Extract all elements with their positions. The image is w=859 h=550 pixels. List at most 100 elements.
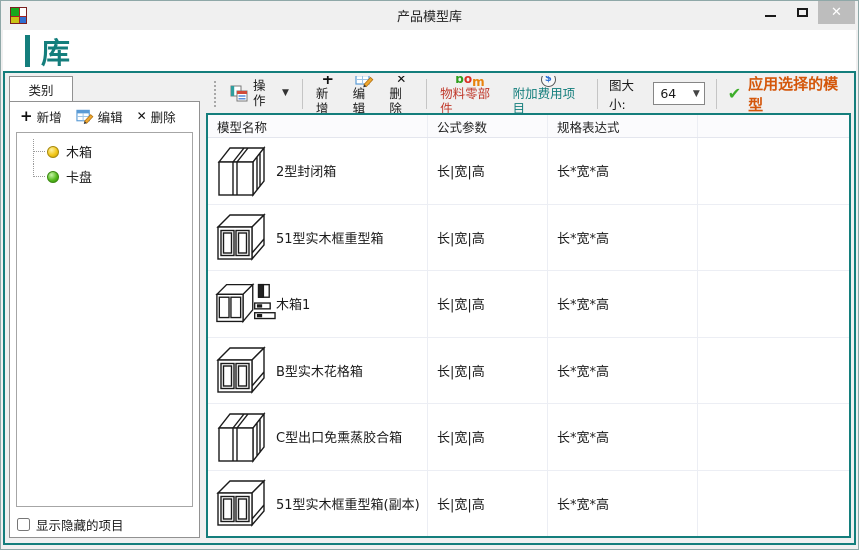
titlebar: 产品模型库 ✕ — [1, 1, 858, 30]
model-name: 2型封闭箱 — [276, 161, 336, 180]
tree-connector — [27, 139, 47, 164]
column-header-name[interactable]: 模型名称 — [208, 115, 428, 137]
model-name: 木箱1 — [276, 294, 310, 313]
image-size-label: 图大小: — [609, 76, 648, 113]
table-header: 模型名称 公式参数 规格表达式 — [208, 115, 849, 138]
image-size-value: 64 — [660, 86, 676, 101]
model-spec: 长*宽*高 — [548, 471, 698, 537]
toolbar-separator — [426, 79, 427, 109]
category-delete-button[interactable]: ✕ 删除 — [137, 107, 176, 126]
page-header: 库 — [3, 30, 856, 71]
operate-icon — [230, 85, 248, 102]
category-panel: 类别 + 新增 编辑 ✕ 删除 — [9, 76, 200, 538]
model-name: C型出口免熏蒸胶合箱 — [276, 427, 402, 446]
model-spec: 长*宽*高 — [548, 338, 698, 404]
image-size-select[interactable]: 64 ▼ — [653, 82, 704, 105]
model-name: 51型实木框重型箱 — [276, 228, 384, 247]
show-hidden-checkbox[interactable] — [17, 518, 30, 531]
model-extra — [698, 271, 849, 337]
check-icon: ✔ — [728, 86, 741, 102]
add-label: 新增 — [316, 87, 340, 116]
model-spec: 长*宽*高 — [548, 138, 698, 204]
category-toolbar: + 新增 编辑 ✕ 删除 — [10, 102, 199, 130]
chevron-down-icon: ▼ — [282, 88, 289, 98]
model-extra — [698, 471, 849, 537]
tree-item-pallet[interactable]: 卡盘 — [19, 164, 190, 189]
toolbar-separator — [302, 79, 303, 109]
operate-menu-button[interactable]: 操作 ▼ — [228, 78, 291, 109]
model-params: 长|宽|高 — [428, 471, 548, 537]
model-params: 长|宽|高 — [428, 138, 548, 204]
category-add-label: 新增 — [37, 107, 62, 126]
model-spec: 长*宽*高 — [548, 271, 698, 337]
model-params: 长|宽|高 — [428, 205, 548, 271]
material-parts-button[interactable]: bom 物料零部件 — [438, 76, 501, 117]
x-icon: ✕ — [137, 110, 147, 122]
toolbar-grip[interactable] — [214, 81, 217, 107]
add-model-button[interactable]: + 新增 — [314, 76, 342, 117]
delete-label: 删除 — [389, 87, 413, 116]
additional-fees-button[interactable]: $ 附加费用项目 — [511, 76, 586, 117]
panel-box-icon — [214, 342, 276, 398]
table-row[interactable]: 51型实木框重型箱 长|宽|高 长*宽*高 — [208, 205, 849, 272]
show-hidden-row: 显示隐藏的项目 — [10, 511, 199, 537]
table-row[interactable]: B型实木花格箱 长|宽|高 长*宽*高 — [208, 338, 849, 405]
model-extra — [698, 138, 849, 204]
category-edit-button[interactable]: 编辑 — [76, 107, 123, 126]
model-extra — [698, 404, 849, 470]
category-tree: 木箱 卡盘 — [16, 132, 193, 507]
model-spec: 长*宽*高 — [548, 205, 698, 271]
image-size-group: 图大小: 64 ▼ — [609, 76, 705, 113]
green-dot-icon — [47, 171, 59, 183]
material-parts-label: 物料零部件 — [440, 87, 499, 116]
category-panel-body: + 新增 编辑 ✕ 删除 木箱 — [9, 101, 200, 538]
toolbar-separator — [597, 79, 598, 109]
edit-model-button[interactable]: 编辑 — [351, 76, 379, 117]
column-header-extra[interactable] — [698, 115, 849, 137]
tree-item-label: 卡盘 — [66, 167, 92, 186]
category-tabstrip: 类别 — [9, 76, 200, 101]
category-delete-label: 删除 — [151, 107, 176, 126]
plus-icon: + — [20, 109, 33, 124]
panel-box-icon — [214, 209, 276, 265]
model-extra — [698, 205, 849, 271]
toolbar-separator — [716, 79, 717, 109]
tree-item-wooden-box[interactable]: 木箱 — [19, 139, 190, 164]
table-row[interactable]: 木箱1 长|宽|高 长*宽*高 — [208, 271, 849, 338]
model-toolbar: 操作 ▼ + 新增 编辑 ✕ 删除 bom — [206, 76, 851, 113]
closed-box-icon — [214, 143, 276, 199]
column-header-params[interactable]: 公式参数 — [428, 115, 548, 137]
column-header-spec[interactable]: 规格表达式 — [548, 115, 698, 137]
app-window: 产品模型库 ✕ 库 类别 + 新增 — [0, 0, 859, 550]
yellow-dot-icon — [47, 146, 59, 158]
table-row[interactable]: C型出口免熏蒸胶合箱 长|宽|高 长*宽*高 — [208, 404, 849, 471]
chevron-down-icon: ▼ — [693, 89, 700, 99]
apply-model-label: 应用选择的模型 — [748, 76, 847, 115]
model-params: 长|宽|高 — [428, 271, 548, 337]
apply-model-button[interactable]: ✔ 应用选择的模型 — [728, 76, 847, 115]
category-edit-label: 编辑 — [98, 107, 123, 126]
operate-label: 操作 — [253, 79, 275, 108]
model-table: 模型名称 公式参数 规格表达式 2型封闭箱 长|宽|高 长*宽*高 — [206, 113, 851, 538]
page-title: 库 — [41, 30, 71, 72]
delete-model-button[interactable]: ✕ 删除 — [387, 76, 415, 117]
model-name: 51型实木框重型箱(副本) — [276, 494, 420, 513]
edit-label: 编辑 — [353, 87, 377, 116]
box-with-parts-icon — [214, 278, 276, 330]
category-add-button[interactable]: + 新增 — [20, 107, 62, 126]
table-row[interactable]: 2型封闭箱 长|宽|高 长*宽*高 — [208, 138, 849, 205]
model-panel: 操作 ▼ + 新增 编辑 ✕ 删除 bom — [206, 76, 851, 538]
tree-connector — [27, 164, 47, 189]
model-params: 长|宽|高 — [428, 338, 548, 404]
header-accent-bar — [25, 35, 30, 67]
edit-icon — [76, 108, 94, 125]
content-area: 类别 + 新增 编辑 ✕ 删除 — [3, 71, 856, 545]
table-row[interactable]: 51型实木框重型箱(副本) 长|宽|高 长*宽*高 — [208, 471, 849, 537]
panel-box-icon — [214, 475, 276, 531]
tree-item-label: 木箱 — [66, 142, 92, 161]
tab-category[interactable]: 类别 — [9, 76, 73, 101]
window-title: 产品模型库 — [1, 6, 858, 25]
show-hidden-label: 显示隐藏的项目 — [36, 515, 124, 534]
model-params: 长|宽|高 — [428, 404, 548, 470]
closed-box-icon — [214, 409, 276, 465]
